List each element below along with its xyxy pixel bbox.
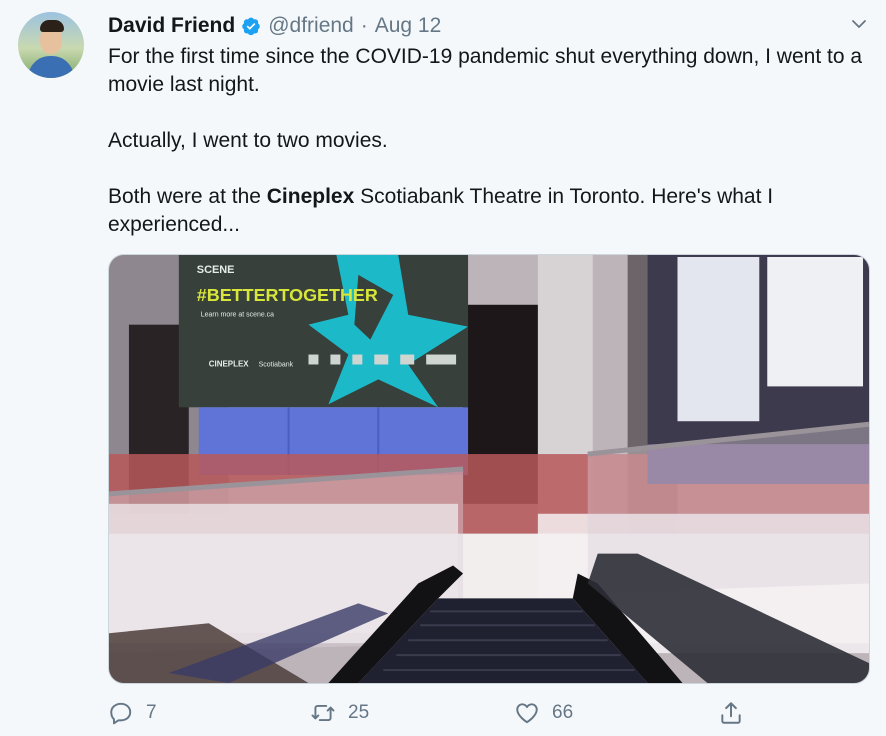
like-icon	[516, 703, 538, 724]
author-avatar[interactable]	[18, 12, 84, 78]
share-button[interactable]	[718, 696, 744, 730]
escalator-photo: SCENE #BETTERTOGETHER Learn more at scen…	[109, 255, 869, 683]
tweet-paragraph-1: For the first time since the COVID-19 pa…	[108, 45, 863, 96]
tweet-text: For the first time since the COVID-19 pa…	[108, 43, 878, 239]
screen-logo-1: CINEPLEX	[209, 359, 250, 368]
chevron-down-icon[interactable]	[849, 14, 869, 34]
screen-subline: Learn more at scene.ca	[201, 312, 274, 319]
tweet-media-photo[interactable]: SCENE #BETTERTOGETHER Learn more at scen…	[108, 254, 870, 684]
author-name[interactable]: David Friend	[108, 14, 235, 38]
reply-button[interactable]: 7	[108, 696, 157, 730]
cineplex-mention: Cineplex	[266, 185, 355, 208]
paragraph-3-start: Both were at the	[108, 185, 267, 208]
retweet-button[interactable]: 25	[310, 696, 369, 730]
verified-badge-icon	[241, 16, 261, 36]
tweet-date[interactable]: Aug 12	[375, 14, 442, 38]
screen-hashtag: #BETTERTOGETHER	[197, 285, 378, 305]
screen-logo-2: Scotiabank	[259, 361, 294, 368]
share-icon	[721, 702, 741, 724]
tweet-paragraph-3: Both were at the Cineplex Scotiabank The…	[108, 183, 878, 239]
author-handle[interactable]: @dfriend	[268, 14, 354, 38]
avatar-shirt	[28, 56, 74, 78]
reply-icon	[110, 702, 132, 725]
retweet-icon	[311, 704, 335, 722]
tweet-paragraph-2: Actually, I went to two movies.	[108, 129, 388, 152]
tweet-header: David Friend @dfriend · Aug 12	[108, 12, 441, 40]
screen-brand: SCENE	[197, 264, 235, 276]
tweet-actions: 7 25 66	[0, 696, 886, 730]
retweet-count: 25	[348, 702, 370, 723]
reply-count: 7	[146, 702, 157, 723]
header-separator: ·	[360, 14, 368, 37]
avatar-hair	[40, 20, 64, 32]
like-count: 66	[552, 702, 574, 723]
like-button[interactable]: 66	[514, 696, 573, 730]
